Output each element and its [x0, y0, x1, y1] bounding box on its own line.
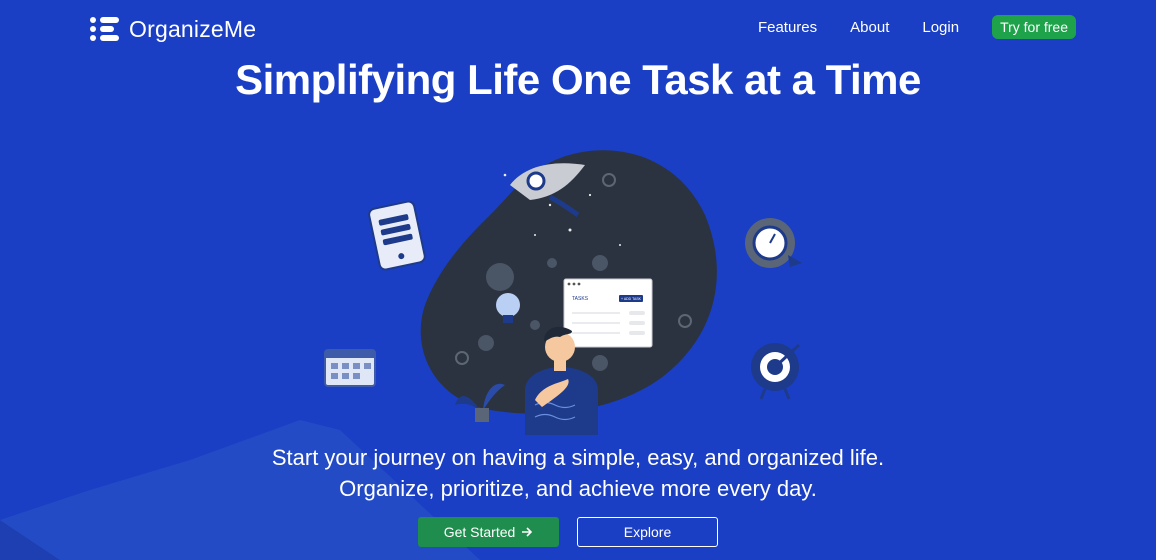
tasks-window-title: TASKS [572, 296, 589, 302]
hero-tagline-line-1: Start your journey on having a simple, e… [271, 445, 885, 470]
hero-illustration: TASKS + ADD TASK [324, 150, 802, 435]
hero-tagline-line-2: Organize, prioritize, and achieve more e… [339, 476, 817, 501]
hero-headline: Simplifying Life One Task at a Time [235, 56, 921, 103]
top-nav: OrganizeMe Features About Login Try for … [0, 0, 1156, 56]
arrow-right-icon [522, 527, 533, 537]
target-icon [751, 343, 801, 400]
get-started-label: Get Started [443, 524, 516, 540]
nav-links: Features About Login Try for free [758, 15, 1076, 39]
brand-name: OrganizeMe [129, 15, 257, 42]
explore-button[interactable]: Explore [577, 517, 718, 547]
nav-link-login[interactable]: Login [922, 17, 959, 39]
tasks-window-button: + ADD TASK [621, 297, 642, 301]
calendar-icon [324, 349, 376, 387]
get-started-button[interactable]: Get Started [418, 517, 559, 547]
nav-link-about[interactable]: About [850, 17, 889, 39]
stopwatch-icon [745, 218, 802, 268]
phone-icon [368, 200, 426, 271]
tasks-window: TASKS + ADD TASK [563, 278, 653, 348]
nav-link-features[interactable]: Features [758, 17, 817, 39]
try-for-free-button[interactable]: Try for free [992, 15, 1076, 39]
explore-label: Explore [623, 524, 672, 540]
list-icon [90, 17, 119, 41]
brand-logo[interactable]: OrganizeMe [89, 14, 256, 44]
